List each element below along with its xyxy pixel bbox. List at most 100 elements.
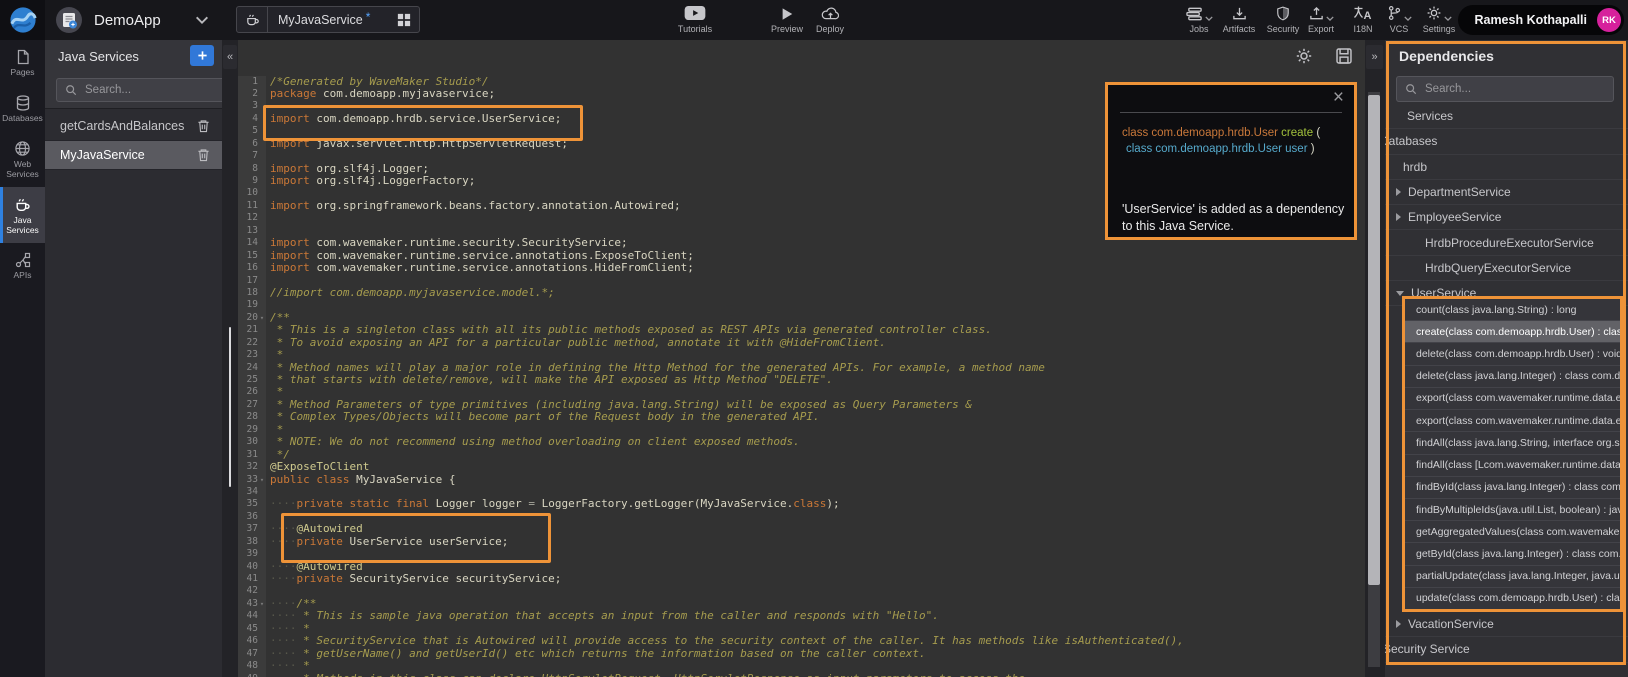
method-item[interactable]: findAll(class java.lang.String, interfac…	[1405, 432, 1620, 454]
method-item[interactable]: findById(class java.lang.Integer) : clas…	[1405, 477, 1620, 499]
method-item[interactable]: getAggregatedValues(class com.wavemaker.…	[1405, 521, 1620, 543]
method-signature-label: delete(class java.lang.Integer) : class …	[1405, 370, 1620, 382]
method-item[interactable]: export(class com.wavemaker.runtime.data.…	[1405, 410, 1620, 432]
line-number: 24	[238, 362, 258, 374]
fold-marker	[258, 386, 266, 398]
method-signature-label: create(class com.demoapp.hrdb.User) : cl…	[1405, 326, 1620, 338]
fold-marker	[258, 175, 266, 187]
fold-marker	[258, 262, 266, 274]
topbar-action-jobs[interactable]: Jobs	[1178, 4, 1220, 34]
topbar-action-export[interactable]: Export	[1300, 4, 1342, 34]
method-item[interactable]: create(class com.demoapp.hrdb.User) : cl…	[1405, 321, 1620, 343]
close-icon[interactable]: ×	[1333, 87, 1344, 109]
open-file-tab[interactable]: MyJavaService *	[236, 6, 420, 33]
editor-toolbar	[238, 40, 1365, 72]
wavemaker-studio: DemoApp MyJavaService * Tutorials Preview…	[0, 0, 1628, 677]
sidebar-item-pages[interactable]: Pages	[0, 40, 45, 86]
project-selector[interactable]: DemoApp	[56, 0, 209, 40]
fold-marker	[258, 623, 266, 635]
userservice-methods-list: count(class java.lang.String) : long crea…	[1402, 296, 1623, 612]
method-item[interactable]: delete(class com.demoapp.hrdb.User) : vo…	[1405, 343, 1620, 365]
line-number: 32	[238, 461, 258, 473]
line-number: 23	[238, 349, 258, 361]
save-icon[interactable]	[1335, 47, 1353, 65]
user-menu[interactable]: Ramesh Kothapalli RK	[1458, 5, 1624, 35]
topbar-action-deploy[interactable]: Deploy	[806, 4, 854, 34]
method-item[interactable]: getById(class java.lang.Integer) : class…	[1405, 543, 1620, 565]
service-name: MyJavaService	[60, 148, 197, 162]
double-chevron-right-icon[interactable]: »	[1366, 45, 1383, 69]
trash-icon[interactable]	[197, 148, 210, 162]
add-service-button[interactable]	[190, 45, 214, 66]
signature-open-paren: (	[1316, 127, 1320, 139]
code-line: 22 * To avoid exposing an API for a part…	[238, 337, 1365, 349]
code-line: 19	[238, 299, 1365, 311]
topbar-action-vcs[interactable]: VCS	[1378, 4, 1420, 34]
code-text	[266, 548, 1365, 560]
tree-item-hrdbprocedureexecutorservice[interactable]: HrdbProcedureExecutorService	[1385, 230, 1628, 255]
dependencies-search[interactable]	[1396, 76, 1614, 102]
line-number: 47	[238, 648, 258, 660]
tree-item-departmentservice[interactable]: DepartmentService	[1385, 180, 1628, 205]
topbar-action-artifacts[interactable]: Artifacts	[1218, 4, 1260, 34]
method-item[interactable]: delete(class java.lang.Integer) : class …	[1405, 366, 1620, 388]
service-list-item[interactable]: MyJavaService	[45, 141, 222, 170]
gear-icon[interactable]	[1295, 47, 1313, 65]
panel-title: Java Services	[58, 49, 139, 64]
wavemaker-logo[interactable]	[0, 0, 45, 40]
tree-item-security-service[interactable]: Security Service	[1385, 637, 1628, 662]
tree-item-hrdbqueryexecutorservice[interactable]: HrdbQueryExecutorService	[1385, 256, 1628, 281]
fold-marker	[258, 100, 266, 112]
code-text: * To avoid exposing an API for a particu…	[266, 337, 1365, 349]
editor-left-scrollbar[interactable]	[229, 327, 231, 487]
code-line: 41····private SecurityService securitySe…	[238, 573, 1365, 585]
chevron-down-icon	[1444, 16, 1452, 21]
line-number: 3	[238, 100, 258, 112]
sidebar-item-apis[interactable]: APIs	[0, 243, 45, 289]
tree-item-hrdb[interactable]: hrdb	[1385, 155, 1628, 180]
topbar-action-settings[interactable]: Settings	[1418, 4, 1460, 34]
method-item[interactable]: findByMultipleIds(java.util.List, boolea…	[1405, 499, 1620, 521]
service-search[interactable]	[56, 78, 226, 102]
service-list-item[interactable]: getCardsAndBalances	[45, 112, 222, 141]
method-item[interactable]: partialUpdate(class java.lang.Integer, j…	[1405, 566, 1620, 588]
grid-icon[interactable]	[397, 13, 411, 27]
topbar-action-tutorials[interactable]: Tutorials	[671, 4, 719, 34]
line-number: 6	[238, 138, 258, 150]
tree-item-services[interactable]: Services	[1385, 104, 1628, 129]
dependencies-scrollbar-thumb[interactable]	[1368, 95, 1380, 585]
dependencies-search-input[interactable]	[1423, 82, 1605, 96]
service-search-input[interactable]	[83, 83, 217, 97]
line-number: 46	[238, 635, 258, 647]
unsaved-indicator: *	[366, 10, 371, 24]
cloud-upload-icon	[821, 6, 840, 21]
topbar-action-security[interactable]: Security	[1262, 4, 1304, 34]
sidebar-item-java-services[interactable]: Java Services	[0, 187, 45, 243]
method-item[interactable]: update(class com.demoapp.hrdb.User) : cl…	[1405, 588, 1620, 609]
panel-header: Java Services	[45, 40, 222, 72]
topbar-action-preview[interactable]: Preview	[763, 4, 811, 34]
line-number: 26	[238, 386, 258, 398]
tree-item-employeeservice[interactable]: EmployeeService	[1385, 205, 1628, 230]
code-line: 33▾public class MyJavaService {	[238, 474, 1365, 486]
double-chevron-left-icon[interactable]: «	[223, 45, 237, 69]
fold-marker	[258, 585, 266, 597]
trash-icon[interactable]	[197, 119, 210, 133]
tree-item-databases[interactable]: Databases	[1385, 129, 1628, 154]
line-number: 37	[238, 523, 258, 535]
tree-item-vacationservice[interactable]: VacationService	[1385, 612, 1628, 637]
code-text: */	[266, 449, 1365, 461]
method-item[interactable]: count(class java.lang.String) : long	[1405, 299, 1620, 321]
sidebar-item-web-services[interactable]: Web Services	[0, 131, 45, 187]
method-item[interactable]: findAll(class [Lcom.wavemaker.runtime.da…	[1405, 455, 1620, 477]
dependencies-panel: Dependencies ServicesDatabaseshrdbDepart…	[1385, 40, 1628, 677]
line-number: 18	[238, 287, 258, 299]
line-number: 22	[238, 337, 258, 349]
signature-method-name: create	[1281, 127, 1313, 139]
sidebar-item-databases[interactable]: Databases	[0, 86, 45, 132]
popup-divider	[1120, 112, 1342, 113]
popup-message-line2: to this Java Service.	[1122, 218, 1344, 235]
fold-marker: ▾	[258, 598, 266, 610]
method-item[interactable]: export(class com.wavemaker.runtime.data.…	[1405, 388, 1620, 410]
fold-marker	[258, 536, 266, 548]
